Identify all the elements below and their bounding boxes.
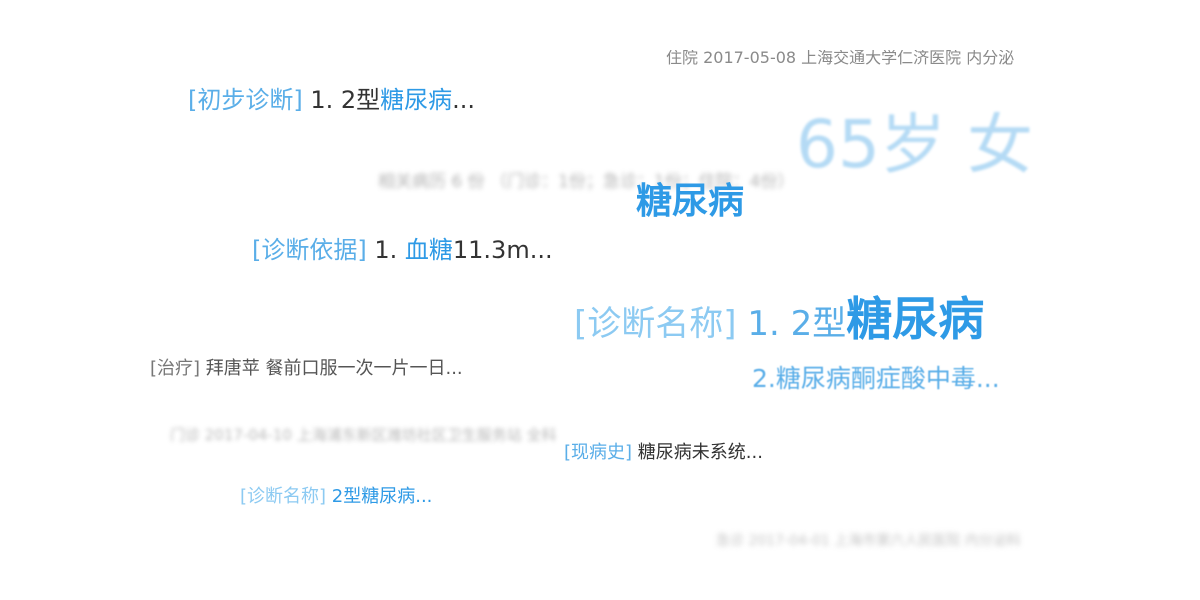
preliminary-diagnosis-snippet: [初步诊断] 1. 2型糖尿病... — [188, 88, 475, 112]
diagnosis-name-main-prefix: 1. 2型 — [736, 304, 847, 344]
center-keyword: 糖尿病 — [636, 181, 745, 222]
present-illness-text: 糖尿病未系统... — [632, 442, 763, 463]
treatment-text: 拜唐苹 餐前口服一次一片一日... — [200, 358, 463, 379]
diagnosis-name-small-tag: [诊断名称] — [240, 486, 327, 507]
treatment-snippet: [治疗] 拜唐苹 餐前口服一次一片一日... — [150, 360, 463, 378]
emergency-record-header: 急诊 2017-04-01 上海市第六人民医院 内分泌科 — [716, 533, 1021, 549]
record-cloud: 住院 2017-05-08 上海交通大学仁济医院 内分泌 [初步诊断] 1. 2… — [0, 0, 1200, 600]
patient-age-gender: 65岁 女 — [796, 112, 1033, 178]
diagnosis-name-main-snippet: [诊断名称] 1. 2型糖尿病 — [574, 296, 984, 343]
diagnosis-name-small-snippet: [诊断名称] 2型糖尿病... — [240, 488, 432, 506]
preliminary-diagnosis-prefix: 1. 2型 — [302, 86, 381, 114]
diagnosis-name-main-tag: [诊断名称] — [574, 304, 737, 344]
preliminary-diagnosis-suffix: ... — [452, 86, 476, 114]
hospital-record-header: 住院 2017-05-08 上海交通大学仁济医院 内分泌 — [666, 50, 1015, 66]
diagnosis-name-main-highlight: 糖尿病 — [846, 292, 985, 346]
diagnosis-basis-tag: [诊断依据] — [252, 236, 367, 264]
preliminary-diagnosis-tag: [初步诊断] — [188, 86, 303, 114]
diagnosis-name-main-line2: 2.糖尿病酮症酸中毒... — [752, 364, 1000, 393]
diagnosis-basis-suffix: 11.3m... — [452, 236, 553, 264]
diagnosis-basis-snippet: [诊断依据] 1. 血糖11.3m... — [252, 238, 553, 262]
present-illness-tag: [现病史] — [564, 442, 633, 463]
preliminary-diagnosis-highlight: 糖尿病 — [380, 86, 453, 114]
clinic-record-header: 门诊 2017-04-10 上海浦东新区潍坊社区卫生服务站 全科 — [170, 426, 557, 444]
diagnosis-name-small-highlight: 2型糖尿病... — [326, 486, 433, 507]
present-illness-snippet: [现病史] 糖尿病未系统... — [564, 444, 763, 462]
diagnosis-basis-highlight: 血糖 — [404, 236, 453, 264]
diagnosis-basis-prefix: 1. — [366, 236, 405, 264]
treatment-tag: [治疗] — [150, 358, 201, 379]
